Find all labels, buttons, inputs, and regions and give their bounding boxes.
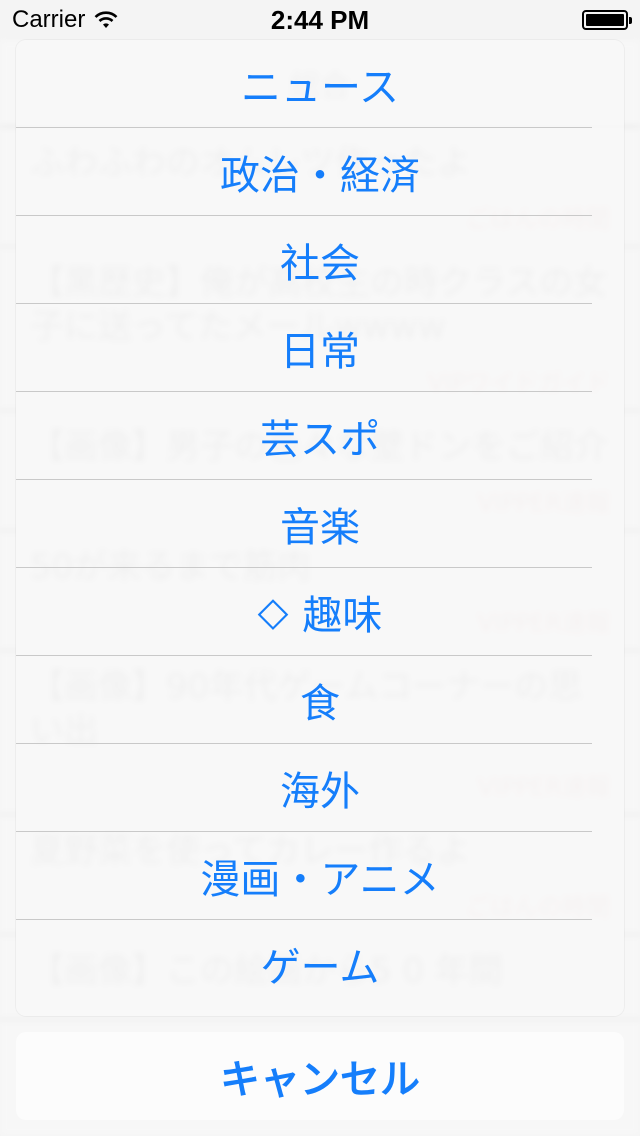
category-option-label: 音楽	[280, 505, 360, 551]
category-option[interactable]: 漫画・アニメ	[16, 832, 624, 920]
battery-icon	[582, 10, 632, 30]
category-option-label: 趣味	[302, 593, 383, 639]
category-option-label: ニュース	[241, 65, 399, 111]
category-option[interactable]: ニュース	[16, 40, 624, 128]
status-bar: Carrier 2:44 PM	[0, 0, 640, 40]
category-option[interactable]: 芸スポ	[16, 392, 624, 480]
category-option[interactable]: 海外	[16, 744, 624, 832]
cancel-button[interactable]: キャンセル	[16, 1032, 624, 1120]
category-option-label: ゲーム	[260, 945, 380, 991]
carrier-group: Carrier	[12, 6, 119, 34]
category-option-label: 社会	[280, 241, 360, 287]
category-option[interactable]: 政治・経済	[16, 128, 624, 216]
category-option-label: 政治・経済	[220, 153, 420, 199]
category-option-label: 海外	[280, 769, 360, 815]
category-action-sheet: ニュース政治・経済社会日常芸スポ音楽 ◇ 趣味食海外漫画・アニメ ゲーム	[16, 40, 624, 1016]
carrier-label: Carrier	[12, 6, 86, 33]
category-option[interactable]: 社会	[16, 216, 624, 304]
category-option[interactable]: 食	[16, 656, 624, 744]
category-option-label: 食	[300, 681, 340, 727]
category-option-label: 漫画・アニメ	[200, 857, 440, 903]
category-option[interactable]: ゲーム	[16, 920, 624, 1008]
category-option-label: 日常	[280, 329, 360, 375]
category-option[interactable]: 音楽	[16, 480, 624, 568]
wifi-icon	[94, 11, 118, 28]
category-option[interactable]: 日常	[16, 304, 624, 392]
category-option[interactable]: ◇ 趣味	[16, 568, 624, 656]
selected-diamond-icon: ◇	[257, 589, 289, 635]
category-option-label: 芸スポ	[260, 417, 380, 463]
